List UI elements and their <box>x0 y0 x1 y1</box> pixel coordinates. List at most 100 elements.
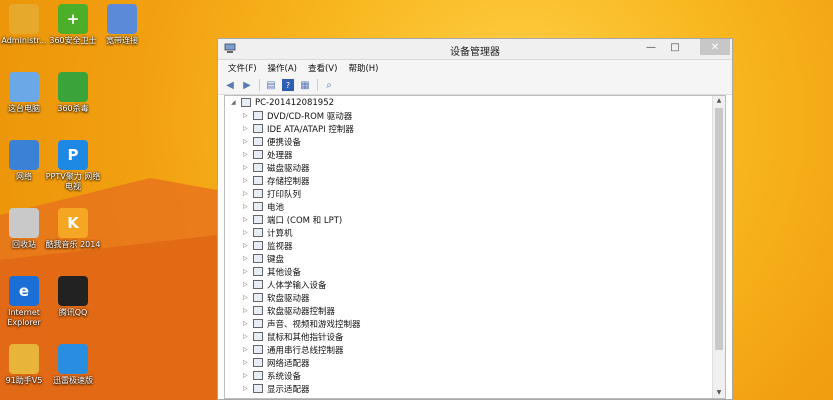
tree-item[interactable]: ▷ 其他设备 <box>225 265 713 278</box>
desktop-icon-image: + <box>58 4 88 34</box>
tree-item[interactable]: ▷ 键盘 <box>225 252 713 265</box>
tree-item[interactable]: ▷ 软盘驱动器控制器 <box>225 304 713 317</box>
tree-item[interactable]: ▷ 通用串行总线控制器 <box>225 343 713 356</box>
expand-arrow-icon[interactable]: ▷ <box>243 320 253 327</box>
tree-item[interactable]: ▷ IDE ATA/ATAPI 控制器 <box>225 122 713 135</box>
minimize-button[interactable]: — <box>640 39 662 55</box>
tree-item[interactable]: ▷ DVD/CD-ROM 驱动器 <box>225 109 713 122</box>
desktop-icon-image <box>58 72 88 102</box>
expand-arrow-icon[interactable]: ▷ <box>243 164 253 171</box>
desktop-icon-image <box>58 344 88 374</box>
back-icon[interactable]: ◀ <box>224 79 236 91</box>
expand-arrow-icon[interactable]: ▷ <box>243 385 253 392</box>
tree-item[interactable]: ▷ 便携设备 <box>225 135 713 148</box>
device-category-icon <box>253 150 263 159</box>
view-icon[interactable]: ▦ <box>299 79 311 91</box>
scroll-down-arrow-icon[interactable]: ▼ <box>713 388 725 398</box>
tree-item[interactable]: ▷ 计算机 <box>225 226 713 239</box>
desktop-icon[interactable]: 宽带连接 <box>92 4 152 46</box>
tree-item[interactable]: ▷ 系统设备 <box>225 369 713 382</box>
menu-view[interactable]: 查看(V) <box>308 62 337 74</box>
tree-item[interactable]: ▷ 监视器 <box>225 239 713 252</box>
device-category-icon <box>253 319 263 328</box>
device-category-icon <box>253 215 263 224</box>
desktop-icon-label: 酷我音乐 2014 <box>45 240 101 249</box>
tree-item[interactable]: ▷ 打印队列 <box>225 187 713 200</box>
tree-item-label: 声音、视频和游戏控制器 <box>267 319 361 330</box>
scroll-thumb[interactable] <box>715 108 723 350</box>
expand-arrow-icon[interactable]: ▷ <box>243 125 253 132</box>
collapse-arrow-icon[interactable]: ◢ <box>231 99 241 106</box>
desktop-icon-image <box>9 4 39 34</box>
tree-item[interactable]: ▷ 电池 <box>225 200 713 213</box>
desktop-icon-image: P <box>58 140 88 170</box>
tree-item[interactable]: ▷ 端口 (COM 和 LPT) <box>225 213 713 226</box>
desktop-icon-image <box>9 208 39 238</box>
desktop-icon-image <box>107 4 137 34</box>
menu-help[interactable]: 帮助(H) <box>348 62 378 74</box>
desktop-icon[interactable]: 腾讯QQ <box>43 276 103 318</box>
desktop-icon[interactable]: K 酷我音乐 2014 <box>43 208 103 250</box>
device-category-icon <box>253 163 263 172</box>
scroll-up-arrow-icon[interactable]: ▲ <box>713 96 725 106</box>
expand-arrow-icon[interactable]: ▷ <box>243 359 253 366</box>
desktop-icon[interactable]: 迅雷极速版 <box>43 344 103 386</box>
tree-item-label: 通用串行总线控制器 <box>267 345 344 356</box>
tree-item[interactable]: ▷ 存储控制器 <box>225 174 713 187</box>
tree-item[interactable]: ▷ 鼠标和其他指针设备 <box>225 330 713 343</box>
tree-item-label: 人体学输入设备 <box>267 280 327 291</box>
tree-item[interactable]: ▷ 处理器 <box>225 148 713 161</box>
tree-root[interactable]: ◢ PC-201412081952 <box>225 96 713 109</box>
expand-arrow-icon[interactable]: ▷ <box>243 229 253 236</box>
tree-item[interactable]: ▷ 磁盘驱动器 <box>225 161 713 174</box>
expand-arrow-icon[interactable]: ▷ <box>243 242 253 249</box>
desktop-icon-image <box>9 72 39 102</box>
tree-item-label: 端口 (COM 和 LPT) <box>267 215 343 226</box>
expand-arrow-icon[interactable]: ▷ <box>243 255 253 262</box>
expand-arrow-icon[interactable]: ▷ <box>243 112 253 119</box>
maximize-button[interactable]: □ <box>664 39 686 55</box>
tree-item[interactable]: ▷ 网络适配器 <box>225 356 713 369</box>
tree-item-label: 网络适配器 <box>267 358 310 369</box>
tree-item[interactable]: ▷ 声音、视频和游戏控制器 <box>225 317 713 330</box>
menu-action[interactable]: 操作(A) <box>268 62 297 74</box>
title-bar[interactable]: 设备管理器 — □ ✕ <box>218 39 732 60</box>
tree-item-label: 鼠标和其他指针设备 <box>267 332 344 343</box>
expand-arrow-icon[interactable]: ▷ <box>243 307 253 314</box>
expand-arrow-icon[interactable]: ▷ <box>243 268 253 275</box>
tree-item-label: 显示适配器 <box>267 384 310 395</box>
expand-arrow-icon[interactable]: ▷ <box>243 346 253 353</box>
device-category-icon <box>253 280 263 289</box>
desktop-icon[interactable]: P PPTV聚力 网络电视 <box>43 140 103 192</box>
menu-file[interactable]: 文件(F) <box>228 62 257 74</box>
forward-icon[interactable]: ▶ <box>241 79 253 91</box>
properties-icon[interactable]: ▤ <box>265 79 277 91</box>
device-manager-window[interactable]: 设备管理器 — □ ✕ 文件(F) 操作(A) 查看(V) 帮助(H) ◀ ▶ … <box>217 38 733 400</box>
device-category-icon <box>253 137 263 146</box>
close-button[interactable]: ✕ <box>700 39 730 55</box>
tree-item-label: 电池 <box>267 202 285 213</box>
expand-arrow-icon[interactable]: ▷ <box>243 203 253 210</box>
expand-arrow-icon[interactable]: ▷ <box>243 151 253 158</box>
toolbar-separator <box>259 79 260 91</box>
tree-item[interactable]: ▷ 显示适配器 <box>225 382 713 395</box>
device-category-icon <box>253 254 263 263</box>
desktop-icon-image <box>9 140 39 170</box>
desktop-icon[interactable]: 360杀毒 <box>43 72 103 114</box>
expand-arrow-icon[interactable]: ▷ <box>243 177 253 184</box>
scan-icon[interactable]: ⌕ <box>323 79 335 91</box>
expand-arrow-icon[interactable]: ▷ <box>243 281 253 288</box>
expand-arrow-icon[interactable]: ▷ <box>243 138 253 145</box>
tree-item[interactable]: ▷ 人体学输入设备 <box>225 278 713 291</box>
help-icon[interactable]: ? <box>282 79 294 91</box>
tree-item-label: 存储控制器 <box>267 176 310 187</box>
expand-arrow-icon[interactable]: ▷ <box>243 216 253 223</box>
tree-item[interactable]: ▷ 软盘驱动器 <box>225 291 713 304</box>
vertical-scrollbar[interactable]: ▲ ▼ <box>712 96 725 398</box>
desktop-icon-image: e <box>9 276 39 306</box>
expand-arrow-icon[interactable]: ▷ <box>243 294 253 301</box>
expand-arrow-icon[interactable]: ▷ <box>243 190 253 197</box>
device-tree-pane[interactable]: ◢ PC-201412081952 ▷ DVD/CD-ROM 驱动器 ▷ IDE AT… <box>224 95 726 399</box>
expand-arrow-icon[interactable]: ▷ <box>243 333 253 340</box>
expand-arrow-icon[interactable]: ▷ <box>243 372 253 379</box>
